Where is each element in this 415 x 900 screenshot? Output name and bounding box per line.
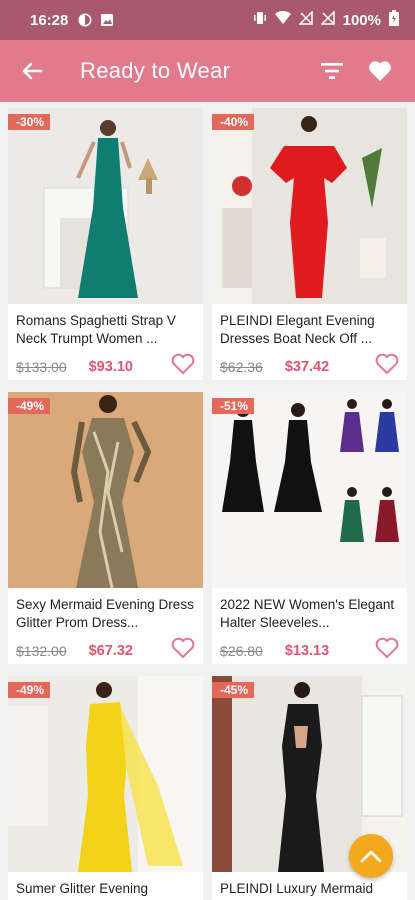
wifi-icon bbox=[274, 10, 291, 29]
product-image[interactable] bbox=[8, 108, 203, 304]
price-row: $26.80 $13.13 bbox=[220, 643, 400, 659]
product-image[interactable] bbox=[212, 108, 407, 304]
filter-button[interactable] bbox=[315, 54, 349, 88]
discount-badge: -51% bbox=[212, 398, 255, 414]
vibrate-icon bbox=[253, 11, 267, 29]
heart-icon bbox=[369, 61, 391, 81]
status-right: 100% bbox=[253, 10, 399, 30]
sale-price: $67.32 bbox=[88, 643, 133, 659]
heart-outline-icon bbox=[375, 637, 399, 659]
price-row: $62.36 $37.42 bbox=[220, 359, 400, 375]
notification-icon bbox=[78, 13, 92, 27]
back-button[interactable] bbox=[18, 57, 46, 85]
product-grid[interactable]: -30% Romans Spaghetti Strap V Neck Trump… bbox=[0, 102, 415, 900]
product-name[interactable]: PLEINDI Luxury Mermaid bbox=[220, 880, 400, 900]
status-bar: 16:28 100% bbox=[0, 0, 415, 40]
signal-off-icon bbox=[297, 10, 313, 29]
battery-level: 100% bbox=[342, 11, 381, 29]
discount-badge: -40% bbox=[212, 114, 255, 130]
status-time: 16:28 bbox=[30, 11, 69, 29]
product-card[interactable]: -49% Sumer Glitter Evening bbox=[8, 676, 203, 900]
page-title: Ready to Wear bbox=[80, 58, 231, 83]
original-price: $26.80 bbox=[220, 643, 263, 659]
product-card[interactable]: -40% PLEINDI Elegant Evening Dresses Boa… bbox=[212, 108, 407, 380]
product-name[interactable]: Romans Spaghetti Strap V Neck Trumpt Wom… bbox=[16, 312, 196, 348]
product-card[interactable]: -51% 2022 NEW Women's Elegant Halter Sle… bbox=[212, 392, 407, 664]
original-price: $62.36 bbox=[220, 359, 263, 375]
scroll-to-top-button[interactable] bbox=[349, 834, 393, 878]
product-name[interactable]: Sumer Glitter Evening bbox=[16, 880, 196, 900]
favorite-button[interactable] bbox=[375, 637, 401, 661]
original-price: $132.00 bbox=[16, 643, 67, 659]
price-row: $133.00 $93.10 bbox=[16, 359, 196, 375]
product-image[interactable] bbox=[8, 392, 203, 588]
discount-badge: -49% bbox=[8, 682, 51, 698]
product-image[interactable] bbox=[212, 392, 407, 588]
sale-price: $93.10 bbox=[88, 359, 133, 375]
price-row: $132.00 $67.32 bbox=[16, 643, 196, 659]
product-name[interactable]: 2022 NEW Women's Elegant Halter Sleevele… bbox=[220, 596, 400, 632]
product-name[interactable]: PLEINDI Elegant Evening Dresses Boat Nec… bbox=[220, 312, 400, 348]
chevron-up-icon bbox=[360, 850, 382, 863]
discount-badge: -45% bbox=[212, 682, 255, 698]
sale-price: $37.42 bbox=[284, 359, 330, 375]
sale-price: $13.13 bbox=[284, 643, 330, 659]
favorite-button[interactable] bbox=[375, 353, 401, 377]
product-card[interactable]: -49% Sexy Mermaid Evening Dress Glitter … bbox=[8, 392, 203, 664]
filter-icon bbox=[321, 63, 343, 79]
heart-outline-icon bbox=[171, 353, 195, 375]
arrow-left-icon bbox=[22, 62, 43, 80]
signal-off-icon-2 bbox=[319, 10, 335, 29]
product-card[interactable]: -30% Romans Spaghetti Strap V Neck Trump… bbox=[8, 108, 203, 380]
product-image[interactable] bbox=[8, 676, 203, 872]
original-price: $133.00 bbox=[16, 359, 67, 375]
discount-badge: -30% bbox=[8, 114, 51, 130]
favorite-button[interactable] bbox=[171, 637, 197, 661]
favorite-button[interactable] bbox=[171, 353, 197, 377]
wishlist-button[interactable] bbox=[363, 54, 397, 88]
heart-outline-icon bbox=[171, 637, 195, 659]
image-icon bbox=[100, 13, 114, 27]
heart-outline-icon bbox=[375, 353, 399, 375]
app-bar: Ready to Wear bbox=[0, 40, 415, 102]
product-name[interactable]: Sexy Mermaid Evening Dress Glitter Prom … bbox=[16, 596, 196, 632]
discount-badge: -49% bbox=[8, 398, 51, 414]
battery-icon bbox=[389, 10, 399, 30]
